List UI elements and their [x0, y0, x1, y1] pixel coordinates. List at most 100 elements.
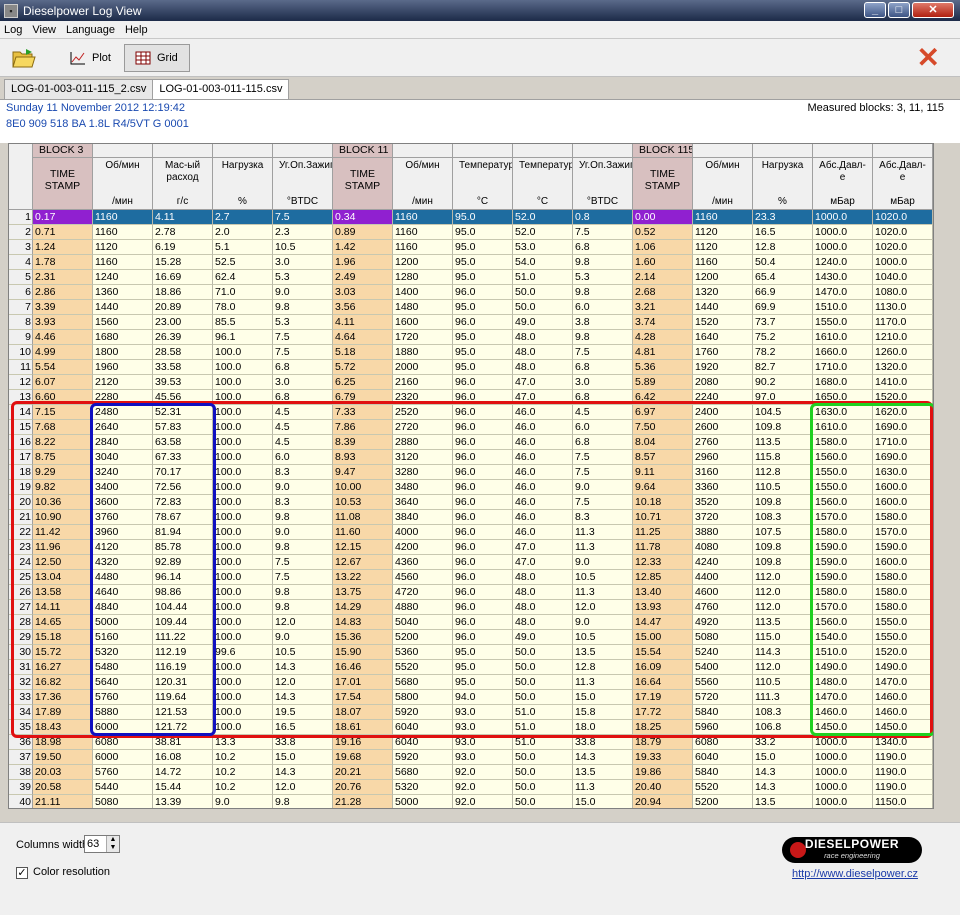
grid-cell[interactable]: 9.8: [273, 795, 333, 808]
grid-cell[interactable]: 92.0: [453, 765, 513, 780]
grid-cell[interactable]: 4.28: [633, 330, 693, 345]
grid-cell[interactable]: 52.0: [513, 210, 573, 225]
grid-cell[interactable]: 2.3: [273, 225, 333, 240]
grid-cell[interactable]: 95.0: [453, 255, 513, 270]
row-number[interactable]: 40: [9, 795, 33, 808]
row-number[interactable]: 11: [9, 360, 33, 375]
grid-cell[interactable]: 95.0: [453, 345, 513, 360]
grid-cell[interactable]: 1240: [93, 270, 153, 285]
menu-view[interactable]: View: [32, 24, 56, 36]
grid-cell[interactable]: 21.11: [33, 795, 93, 808]
grid-cell[interactable]: 1280: [393, 270, 453, 285]
grid-cell[interactable]: 5520: [693, 780, 753, 795]
row-number[interactable]: 7: [9, 300, 33, 315]
grid-cell[interactable]: 1440: [93, 300, 153, 315]
grid-cell[interactable]: 5840: [693, 765, 753, 780]
minimize-button[interactable]: _: [864, 2, 886, 18]
maximize-button[interactable]: □: [888, 2, 910, 18]
menu-log[interactable]: Log: [4, 24, 22, 36]
grid-cell[interactable]: 6.0: [573, 300, 633, 315]
grid-cell[interactable]: 15.0: [573, 795, 633, 808]
row-number[interactable]: 2: [9, 225, 33, 240]
grid-cell[interactable]: 4.99: [33, 345, 93, 360]
grid-cell[interactable]: 1080.0: [873, 285, 933, 300]
grid-cell[interactable]: 1480: [393, 300, 453, 315]
column-header[interactable]: Абс.Давл-е мБар: [873, 158, 933, 210]
grid-cell[interactable]: 10.2: [213, 780, 273, 795]
column-header[interactable]: Уг.Оп.Зажиг °BTDC: [573, 158, 633, 210]
grid-cell[interactable]: 9.0: [213, 795, 273, 808]
grid-cell[interactable]: 50.0: [513, 750, 573, 765]
grid-cell[interactable]: 3.0: [573, 375, 633, 390]
grid-cell[interactable]: 5760: [93, 765, 153, 780]
grid-cell[interactable]: 5.1: [213, 240, 273, 255]
grid-cell[interactable]: 20.89: [153, 300, 213, 315]
grid-cell[interactable]: 2.0: [213, 225, 273, 240]
grid-cell[interactable]: 47.0: [513, 375, 573, 390]
grid-cell[interactable]: 1410.0: [873, 375, 933, 390]
grid-cell[interactable]: 2.86: [33, 285, 93, 300]
column-header[interactable]: Температура °C: [513, 158, 573, 210]
grid-cell[interactable]: 1560: [93, 315, 153, 330]
grid-cell[interactable]: 1200: [693, 270, 753, 285]
grid-cell[interactable]: 1430.0: [813, 270, 873, 285]
grid-cell[interactable]: 48.0: [513, 345, 573, 360]
grid-cell[interactable]: 95.0: [453, 210, 513, 225]
grid-cell[interactable]: 19.33: [633, 750, 693, 765]
grid-cell[interactable]: 1360: [93, 285, 153, 300]
grid-cell[interactable]: 1150.0: [873, 795, 933, 808]
row-number[interactable]: 1: [9, 210, 33, 225]
grid-cell[interactable]: 3.56: [333, 300, 393, 315]
grid-cell[interactable]: 20.76: [333, 780, 393, 795]
grid-cell[interactable]: 0.00: [633, 210, 693, 225]
grid-cell[interactable]: 52.5: [213, 255, 273, 270]
grid-cell[interactable]: 48.0: [513, 360, 573, 375]
grid-cell[interactable]: 1120: [693, 240, 753, 255]
grid-cell[interactable]: 6.8: [573, 360, 633, 375]
grid-cell[interactable]: 50.0: [513, 765, 573, 780]
grid-cell[interactable]: 15.28: [153, 255, 213, 270]
grid-cell[interactable]: 19.86: [633, 765, 693, 780]
grid-cell[interactable]: 20.21: [333, 765, 393, 780]
grid-cell[interactable]: 96.0: [453, 315, 513, 330]
grid-cell[interactable]: 1550.0: [813, 315, 873, 330]
grid-cell[interactable]: 1190.0: [873, 780, 933, 795]
row-number[interactable]: 39: [9, 780, 33, 795]
grid-cell[interactable]: 4.11: [153, 210, 213, 225]
grid-cell[interactable]: 14.3: [573, 750, 633, 765]
grid-cell[interactable]: 5.89: [633, 375, 693, 390]
grid-cell[interactable]: 52.0: [513, 225, 573, 240]
grid-cell[interactable]: 6.25: [333, 375, 393, 390]
grid-cell[interactable]: 95.0: [453, 240, 513, 255]
grid-cell[interactable]: 0.52: [633, 225, 693, 240]
grid-cell[interactable]: 92.0: [453, 795, 513, 808]
grid-cell[interactable]: 1.78: [33, 255, 93, 270]
grid-cell[interactable]: 49.0: [513, 315, 573, 330]
grid-cell[interactable]: 39.53: [153, 375, 213, 390]
grid-cell[interactable]: 20.58: [33, 780, 93, 795]
grid-cell[interactable]: 16.69: [153, 270, 213, 285]
grid-cell[interactable]: 7.5: [273, 345, 333, 360]
grid-cell[interactable]: 14.3: [753, 780, 813, 795]
menu-help[interactable]: Help: [125, 24, 148, 36]
grid-cell[interactable]: 5.3: [573, 270, 633, 285]
grid-cell[interactable]: 50.4: [753, 255, 813, 270]
grid-cell[interactable]: 50.0: [513, 300, 573, 315]
grid-cell[interactable]: 10.2: [213, 750, 273, 765]
grid-cell[interactable]: 15.0: [753, 750, 813, 765]
grid-cell[interactable]: 7.5: [273, 210, 333, 225]
grid-cell[interactable]: 1960: [93, 360, 153, 375]
grid-cell[interactable]: 5000: [393, 795, 453, 808]
grid-cell[interactable]: 5920: [393, 750, 453, 765]
column-header[interactable]: Уг.Оп.Зажиг °BTDC: [273, 158, 333, 210]
grid-cell[interactable]: 28.58: [153, 345, 213, 360]
grid-cell[interactable]: 1720: [393, 330, 453, 345]
grid-cell[interactable]: 1.42: [333, 240, 393, 255]
row-number[interactable]: 8: [9, 315, 33, 330]
row-number[interactable]: 3: [9, 240, 33, 255]
grid-cell[interactable]: 1200: [393, 255, 453, 270]
grid-cell[interactable]: 14.3: [273, 765, 333, 780]
grid-cell[interactable]: 2.31: [33, 270, 93, 285]
grid-cell[interactable]: 95.0: [453, 300, 513, 315]
grid-cell[interactable]: 20.40: [633, 780, 693, 795]
